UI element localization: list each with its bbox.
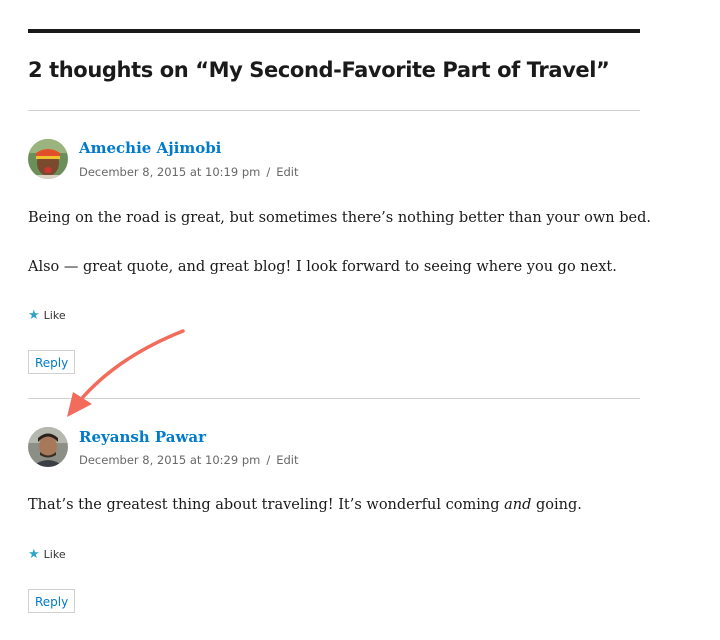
comment-date-link[interactable]: December 8, 2015 at 10:19 pm — [79, 165, 260, 179]
title-divider — [28, 110, 640, 111]
comment-paragraph: That’s the greatest thing about travelin… — [28, 497, 582, 513]
curved-arrow-icon — [67, 329, 185, 417]
comment-author-link[interactable]: Amechie Ajimobi — [79, 139, 221, 157]
top-border — [28, 29, 640, 33]
comment-divider — [28, 398, 640, 399]
avatar[interactable] — [28, 427, 68, 467]
edit-link[interactable]: Edit — [276, 453, 298, 467]
like-button[interactable]: ★ Like — [28, 308, 66, 323]
comment-author-link[interactable]: Reyansh Pawar — [79, 428, 206, 446]
comments-title: 2 thoughts on “My Second-Favorite Part o… — [28, 58, 610, 82]
reply-button[interactable]: Reply — [28, 350, 76, 374]
reply-button[interactable]: Reply — [28, 589, 76, 613]
edit-link[interactable]: Edit — [276, 165, 298, 179]
comment-paragraph: Being on the road is great, but sometime… — [28, 210, 651, 226]
paragraph-emphasis: and — [504, 497, 532, 513]
meta-separator: / — [266, 453, 271, 467]
paragraph-text: That’s the greatest thing about travelin… — [28, 497, 505, 513]
like-label: Like — [43, 548, 66, 561]
avatar[interactable] — [28, 139, 68, 179]
comment-paragraph: Also — great quote, and great blog! I lo… — [28, 259, 617, 275]
comment-meta: December 8, 2015 at 10:19 pm / Edit — [79, 165, 299, 179]
meta-separator: / — [266, 165, 271, 179]
comment-date-link[interactable]: December 8, 2015 at 10:29 pm — [79, 453, 260, 467]
like-button[interactable]: ★ Like — [28, 547, 66, 562]
comment-meta: December 8, 2015 at 10:29 pm / Edit — [79, 453, 299, 467]
star-icon: ★ — [28, 308, 40, 323]
paragraph-text: going. — [531, 497, 582, 513]
like-label: Like — [43, 309, 66, 322]
star-icon: ★ — [28, 547, 40, 562]
